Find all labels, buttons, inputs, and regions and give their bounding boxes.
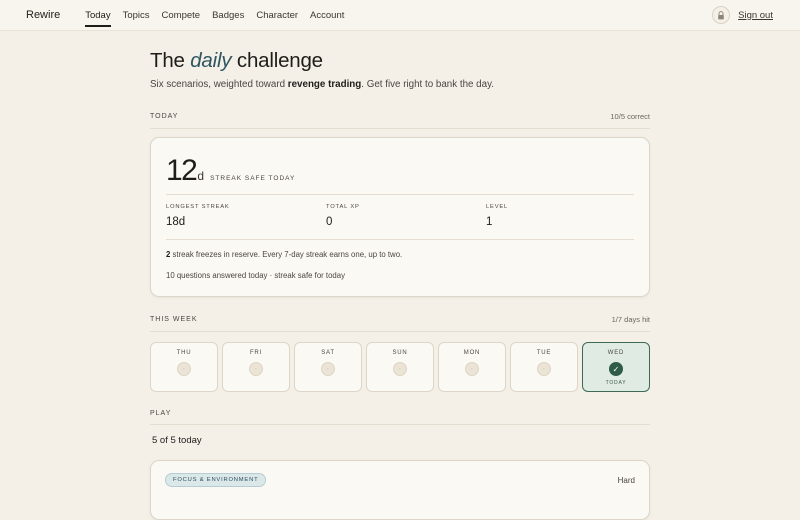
day-fri[interactable]: FRI · [222,342,290,392]
streak-caption: STREAK SAFE TODAY [210,175,296,182]
answered-note: 10 questions answered today · streak saf… [166,271,345,280]
streak-value: 12 [166,154,198,187]
day-mon[interactable]: MON · [438,342,506,392]
title-part-after: challenge [231,49,323,72]
main-content: The daily challenge Six scenarios, weigh… [150,31,650,520]
subtitle-before: Six scenarios, weighted toward [150,79,288,90]
check-icon: ✓ [609,362,623,376]
difficulty-label: Hard [617,476,635,485]
day-label: WED [607,350,625,356]
day-label: MON [463,350,481,356]
day-status-dot: · [249,362,263,376]
brand-logo[interactable]: Rewire [26,9,60,21]
nav-item-compete[interactable]: Compete [162,8,201,23]
divider [166,239,634,240]
stat-value: 1 [486,216,493,228]
stat-longest-streak: LONGEST STREAK 18d [166,204,326,228]
top-nav-bar: Rewire Today Topics Compete Badges Chara… [0,0,800,31]
day-label: TUE [536,350,552,356]
stat-label: LONGEST STREAK [166,204,230,210]
nav-item-badges[interactable]: Badges [212,8,244,23]
streak-display: 12 d STREAK SAFE TODAY [166,154,295,188]
header-actions: Sign out [712,6,773,24]
streak-unit: d [197,169,205,183]
freeze-text: streak freezes in reserve. Every 7-day s… [170,250,403,259]
week-days: THU · FRI · SAT · SUN · MON · TUE · WED … [150,342,650,392]
today-tag: TODAY [605,380,627,386]
play-section-header: PLAY [150,410,650,425]
day-status-dot: · [393,362,407,376]
nav-item-topics[interactable]: Topics [123,8,150,23]
week-section-header: THIS WEEK 1/7 days hit [150,315,650,332]
day-label: SUN [392,350,408,356]
day-status-dot: · [177,362,191,376]
correct-count: 10/5 correct [610,112,650,121]
sign-out-link[interactable]: Sign out [738,10,773,21]
subtitle-after: . Get five right to bank the day. [361,79,494,90]
page-subtitle: Six scenarios, weighted toward revenge t… [150,79,650,90]
main-nav: Today Topics Compete Badges Character Ac… [85,8,344,27]
nav-item-account[interactable]: Account [310,8,344,23]
play-section-label: PLAY [150,410,172,417]
avatar[interactable] [712,6,731,24]
stat-level: LEVEL 1 [486,204,646,228]
stat-total-xp: TOTAL XP 0 [326,204,486,228]
stats-row: LONGEST STREAK 18d TOTAL XP 0 LEVEL 1 [166,204,646,228]
day-sun[interactable]: SUN · [366,342,434,392]
stat-label: TOTAL XP [326,204,360,210]
day-label: FRI [249,350,263,356]
day-thu[interactable]: THU · [150,342,218,392]
nav-item-character[interactable]: Character [256,8,298,23]
days-hit-count: 1/7 days hit [611,315,650,324]
streak-card: 12 d STREAK SAFE TODAY LONGEST STREAK 18… [150,137,650,297]
day-label: SAT [321,350,335,356]
stat-value: 18d [166,216,186,228]
today-section-header: TODAY 10/5 correct [150,112,650,129]
stat-value: 0 [326,216,333,228]
nav-item-today[interactable]: Today [85,8,111,27]
day-status-dot: · [321,362,335,376]
day-status-dot: · [465,362,479,376]
day-label: THU [176,350,192,356]
divider [166,194,634,195]
stat-label: LEVEL [486,204,509,210]
day-wed-today[interactable]: WED ✓ TODAY [582,342,650,392]
day-status-dot: · [537,362,551,376]
title-accent: daily [190,49,232,72]
week-section-label: THIS WEEK [150,316,198,323]
day-sat[interactable]: SAT · [294,342,362,392]
topic-badge: FOCUS & ENVIRONMENT [165,473,267,487]
today-section-label: TODAY [150,113,179,120]
subtitle-focus-topic: revenge trading [287,79,362,90]
title-part-before: The [150,49,191,72]
question-card[interactable]: FOCUS & ENVIRONMENT Hard [150,460,650,520]
play-progress: 5 of 5 today [152,435,202,446]
page-title: The daily challenge [150,49,650,73]
lock-icon [718,10,724,19]
day-tue[interactable]: TUE · [510,342,578,392]
freeze-note: 2 streak freezes in reserve. Every 7-day… [166,250,402,259]
